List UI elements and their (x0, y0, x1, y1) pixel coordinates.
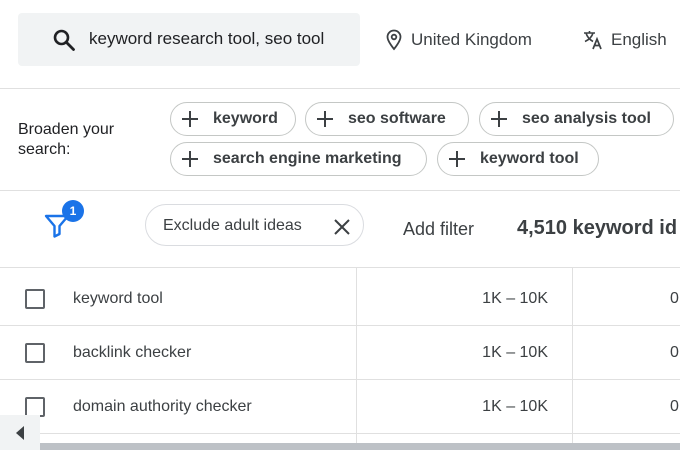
broaden-chip-seo-software[interactable]: seo software (305, 102, 469, 136)
close-icon[interactable] (332, 217, 352, 237)
search-icon (53, 29, 75, 51)
chip-label: keyword (213, 110, 278, 127)
chip-label: search engine marketing (213, 150, 402, 167)
add-filter-button[interactable]: Add filter (403, 219, 474, 240)
plus-icon (182, 111, 198, 127)
chip-label: seo analysis tool (522, 110, 651, 127)
active-filter-label: Exclude adult ideas (163, 217, 302, 234)
volume-cell: 1K – 10K (482, 344, 548, 361)
location-selector[interactable]: United Kingdom (411, 30, 532, 50)
keyword-cell: keyword tool (73, 290, 163, 307)
row-divider (0, 379, 680, 380)
chip-label: seo software (348, 110, 446, 127)
volume-cell: 1K – 10K (482, 398, 548, 415)
chip-label: keyword tool (480, 150, 579, 167)
broaden-chip-search-engine-marketing[interactable]: search engine marketing (170, 142, 427, 176)
row-checkbox[interactable] (25, 289, 45, 309)
row-divider (0, 433, 680, 434)
keyword-table: keyword tool 1K – 10K 0 backlink checker… (0, 267, 680, 450)
keyword-cell: backlink checker (73, 344, 192, 361)
volume-cell: 1K – 10K (482, 290, 548, 307)
column-divider (572, 267, 573, 450)
scroll-left-button[interactable] (0, 415, 40, 450)
keyword-cell: domain authority checker (73, 398, 252, 415)
divider (0, 88, 680, 89)
broaden-chip-seo-analysis-tool[interactable]: seo analysis tool (479, 102, 674, 136)
table-divider (0, 267, 680, 268)
competition-cell: 0 (670, 398, 679, 415)
horizontal-scrollbar-thumb[interactable] (40, 443, 680, 450)
filter-count-badge: 1 (62, 200, 84, 222)
row-checkbox[interactable] (25, 397, 45, 417)
language-selector[interactable]: English (611, 30, 667, 50)
broaden-search-label: Broaden your search: (18, 121, 115, 158)
plus-icon (449, 151, 465, 167)
competition-cell: 0 (670, 344, 679, 361)
row-checkbox[interactable] (25, 343, 45, 363)
keyword-count: 4,510 keyword id (517, 217, 678, 239)
keyword-search-text[interactable]: keyword research tool, seo tool (89, 29, 324, 49)
broaden-chip-keyword-tool[interactable]: keyword tool (437, 142, 599, 176)
location-pin-icon (386, 29, 402, 51)
row-divider (0, 325, 680, 326)
plus-icon (491, 111, 507, 127)
competition-cell: 0 (670, 290, 679, 307)
chevron-left-icon (16, 425, 24, 440)
column-divider (356, 267, 357, 450)
plus-icon (317, 111, 333, 127)
divider (0, 190, 680, 191)
plus-icon (182, 151, 198, 167)
broaden-chip-keyword[interactable]: keyword (170, 102, 296, 136)
translate-icon (584, 31, 602, 50)
